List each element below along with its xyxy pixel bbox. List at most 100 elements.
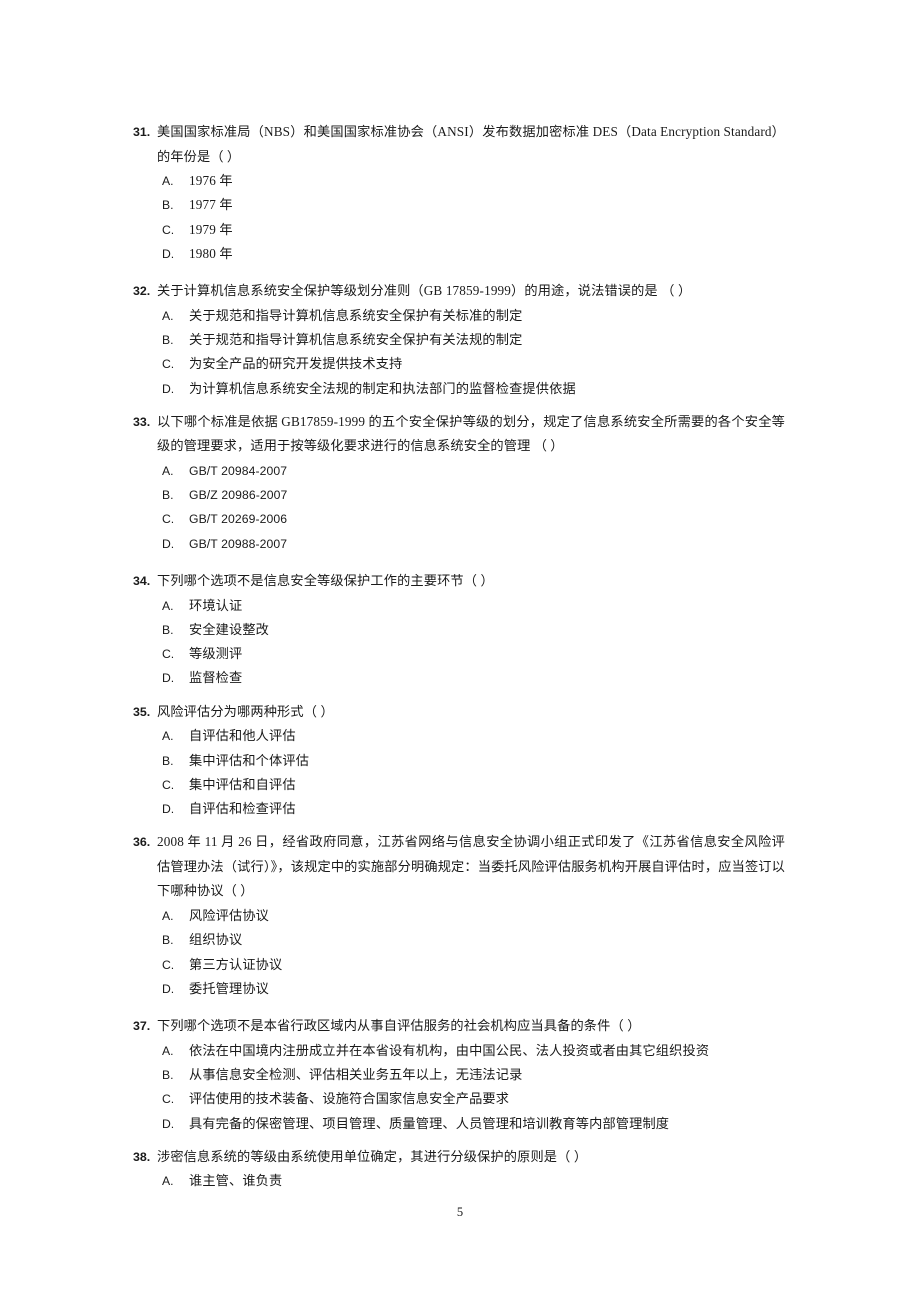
question-number-37: 37. xyxy=(133,1019,151,1034)
option-letter: B. xyxy=(162,488,174,503)
option-letter: D. xyxy=(162,536,175,551)
option-item[interactable]: B. 安全建设整改 xyxy=(133,618,785,642)
question-number-32: 32. xyxy=(133,284,151,299)
option-text: 谁主管、谁负责 xyxy=(189,1173,283,1189)
option-list-31: A. 1976 年 B. 1977 年 C. 1979 年 D. 1980 年 xyxy=(133,169,785,266)
question-stem-31: 31. 美国国家标准局（NBS）和美国国家标准协会（ANSI）发布数据加密标准 … xyxy=(133,120,785,169)
option-text: 为安全产品的研究开发提供技术支持 xyxy=(189,356,403,372)
option-item[interactable]: D. 委托管理协议 xyxy=(133,977,785,1001)
option-item[interactable]: B. 组织协议 xyxy=(133,928,785,952)
option-item[interactable]: A. 1976 年 xyxy=(133,169,785,193)
option-item[interactable]: A. 环境认证 xyxy=(133,594,785,618)
question-text-32: 关于计算机信息系统安全保护等级划分准则（GB 17859-1999）的用途，说法… xyxy=(157,283,692,299)
question-stem-32: 32. 关于计算机信息系统安全保护等级划分准则（GB 17859-1999）的用… xyxy=(133,279,785,304)
option-item[interactable]: B. 集中评估和个体评估 xyxy=(133,749,785,773)
option-item[interactable]: C. 第三方认证协议 xyxy=(133,953,785,977)
option-item[interactable]: C. 评估使用的技术装备、设施符合国家信息安全产品要求 xyxy=(133,1087,785,1111)
option-item[interactable]: A. 关于规范和指导计算机信息系统安全保护有关标准的制定 xyxy=(133,304,785,328)
option-letter: C. xyxy=(162,647,175,662)
option-list-38: A. 谁主管、谁负责 xyxy=(133,1169,785,1193)
option-item[interactable]: D. 具有完备的保密管理、项目管理、质量管理、人员管理和培训教育等内部管理制度 xyxy=(133,1112,785,1136)
option-text: 组织协议 xyxy=(189,932,243,948)
option-letter: A. xyxy=(162,1043,174,1058)
option-text: 1977 年 xyxy=(189,197,233,213)
option-list-32: A. 关于规范和指导计算机信息系统安全保护有关标准的制定 B. 关于规范和指导计… xyxy=(133,304,785,401)
option-text: 评估使用的技术装备、设施符合国家信息安全产品要求 xyxy=(189,1091,510,1107)
option-item[interactable]: C. GB/T 20269-2006 xyxy=(133,507,785,531)
option-text: GB/T 20988-2007 xyxy=(189,536,288,551)
question-block-32: 32. 关于计算机信息系统安全保护等级划分准则（GB 17859-1999）的用… xyxy=(133,279,785,401)
option-letter: D. xyxy=(162,671,175,686)
question-text-34: 下列哪个选项不是信息安全等级保护工作的主要环节（ ） xyxy=(157,573,494,589)
option-letter: A. xyxy=(162,463,174,478)
question-text-31: 美国国家标准局（NBS）和美国国家标准协会（ANSI）发布数据加密标准 DES（… xyxy=(157,124,785,164)
question-block-37: 37. 下列哪个选项不是本省行政区域内从事自评估服务的社会机构应当具备的条件（ … xyxy=(133,1014,785,1136)
option-text: 1976 年 xyxy=(189,173,233,188)
question-text-33: 以下哪个标准是依据 GB17859-1999 的五个安全保护等级的划分，规定了信… xyxy=(157,413,785,454)
option-letter: B. xyxy=(162,1067,174,1082)
option-text: 集中评估和个体评估 xyxy=(189,752,310,768)
option-text: 1979 年 xyxy=(189,221,233,237)
option-list-35: A. 自评估和他人评估 B. 集中评估和个体评估 C. 集中评估和自评估 D. … xyxy=(133,724,785,821)
question-number-31: 31. xyxy=(133,125,151,139)
option-item[interactable]: C. 集中评估和自评估 xyxy=(133,773,785,797)
question-number-36: 36. xyxy=(133,835,151,850)
option-item[interactable]: B. 关于规范和指导计算机信息系统安全保护有关法规的制定 xyxy=(133,328,785,352)
option-text: 依法在中国境内注册成立并在本省设有机构，由中国公民、法人投资或者由其它组织投资 xyxy=(189,1042,710,1058)
question-stem-36: 36. 2008 年 11 月 26 日，经省政府同意，江苏省网络与信息安全协调… xyxy=(133,830,785,904)
option-item[interactable]: D. 自评估和检查评估 xyxy=(133,797,785,821)
option-letter: A. xyxy=(162,729,174,744)
option-item[interactable]: D. 为计算机信息系统安全法规的制定和执法部门的监督检查提供依据 xyxy=(133,377,785,401)
option-item[interactable]: B. GB/Z 20986-2007 xyxy=(133,483,785,507)
question-stem-38: 38. 涉密信息系统的等级由系统使用单位确定，其进行分级保护的原则是（ ） xyxy=(133,1145,785,1170)
option-text: 关于规范和指导计算机信息系统安全保护有关法规的制定 xyxy=(189,331,523,347)
option-item[interactable]: A. GB/T 20984-2007 xyxy=(133,459,785,483)
option-item[interactable]: B. 1977 年 xyxy=(133,193,785,217)
option-item[interactable]: C. 为安全产品的研究开发提供技术支持 xyxy=(133,352,785,376)
option-text: 自评估和检查评估 xyxy=(189,801,296,817)
option-letter: D. xyxy=(162,802,175,817)
question-text-37: 下列哪个选项不是本省行政区域内从事自评估服务的社会机构应当具备的条件（ ） xyxy=(157,1018,641,1034)
option-letter: B. xyxy=(162,198,174,213)
option-letter: A. xyxy=(162,908,174,923)
option-text: GB/T 20269-2006 xyxy=(189,512,288,527)
question-stem-34: 34. 下列哪个选项不是信息安全等级保护工作的主要环节（ ） xyxy=(133,569,785,594)
option-text: GB/T 20984-2007 xyxy=(189,463,288,478)
option-letter: A. xyxy=(162,598,174,613)
question-stem-35: 35. 风险评估分为哪两种形式（ ） xyxy=(133,700,785,725)
option-item[interactable]: D. 1980 年 xyxy=(133,242,785,266)
option-item[interactable]: C. 1979 年 xyxy=(133,218,785,242)
question-block-34: 34. 下列哪个选项不是信息安全等级保护工作的主要环节（ ） A. 环境认证 B… xyxy=(133,569,785,691)
option-item[interactable]: D. 监督检查 xyxy=(133,666,785,690)
option-letter: C. xyxy=(162,777,175,792)
option-letter: A. xyxy=(162,1174,174,1189)
option-letter: D. xyxy=(162,246,175,261)
question-text-38: 涉密信息系统的等级由系统使用单位确定，其进行分级保护的原则是（ ） xyxy=(157,1148,588,1164)
question-text-36: 2008 年 11 月 26 日，经省政府同意，江苏省网络与信息安全协调小组正式… xyxy=(157,834,785,899)
option-letter: B. xyxy=(162,933,174,948)
option-list-37: A. 依法在中国境内注册成立并在本省设有机构，由中国公民、法人投资或者由其它组织… xyxy=(133,1039,785,1136)
option-text: GB/Z 20986-2007 xyxy=(189,488,288,503)
option-text: 为计算机信息系统安全法规的制定和执法部门的监督检查提供依据 xyxy=(189,380,576,396)
option-text: 环境认证 xyxy=(189,597,243,613)
option-text: 关于规范和指导计算机信息系统安全保护有关标准的制定 xyxy=(189,307,523,323)
option-letter: D. xyxy=(162,981,175,996)
option-text: 第三方认证协议 xyxy=(189,956,283,972)
option-text: 从事信息安全检测、评估相关业务五年以上，无违法记录 xyxy=(189,1066,523,1082)
option-item[interactable]: C. 等级测评 xyxy=(133,642,785,666)
question-text-35: 风险评估分为哪两种形式（ ） xyxy=(157,703,334,719)
option-letter: C. xyxy=(162,1092,175,1107)
option-item[interactable]: A. 依法在中国境内注册成立并在本省设有机构，由中国公民、法人投资或者由其它组织… xyxy=(133,1039,785,1063)
question-list: 31. 美国国家标准局（NBS）和美国国家标准协会（ANSI）发布数据加密标准 … xyxy=(133,120,785,1200)
option-letter: B. xyxy=(162,332,174,347)
option-item[interactable]: B. 从事信息安全检测、评估相关业务五年以上，无违法记录 xyxy=(133,1063,785,1087)
option-item[interactable]: D. GB/T 20988-2007 xyxy=(133,532,785,556)
option-item[interactable]: A. 风险评估协议 xyxy=(133,904,785,928)
option-item[interactable]: A. 谁主管、谁负责 xyxy=(133,1169,785,1193)
option-letter: A. xyxy=(162,308,174,323)
option-letter: C. xyxy=(162,512,175,527)
option-list-34: A. 环境认证 B. 安全建设整改 C. 等级测评 D. 监督检查 xyxy=(133,594,785,691)
document-page: 31. 美国国家标准局（NBS）和美国国家标准协会（ANSI）发布数据加密标准 … xyxy=(0,0,920,1302)
option-item[interactable]: A. 自评估和他人评估 xyxy=(133,724,785,748)
question-number-35: 35. xyxy=(133,704,151,719)
